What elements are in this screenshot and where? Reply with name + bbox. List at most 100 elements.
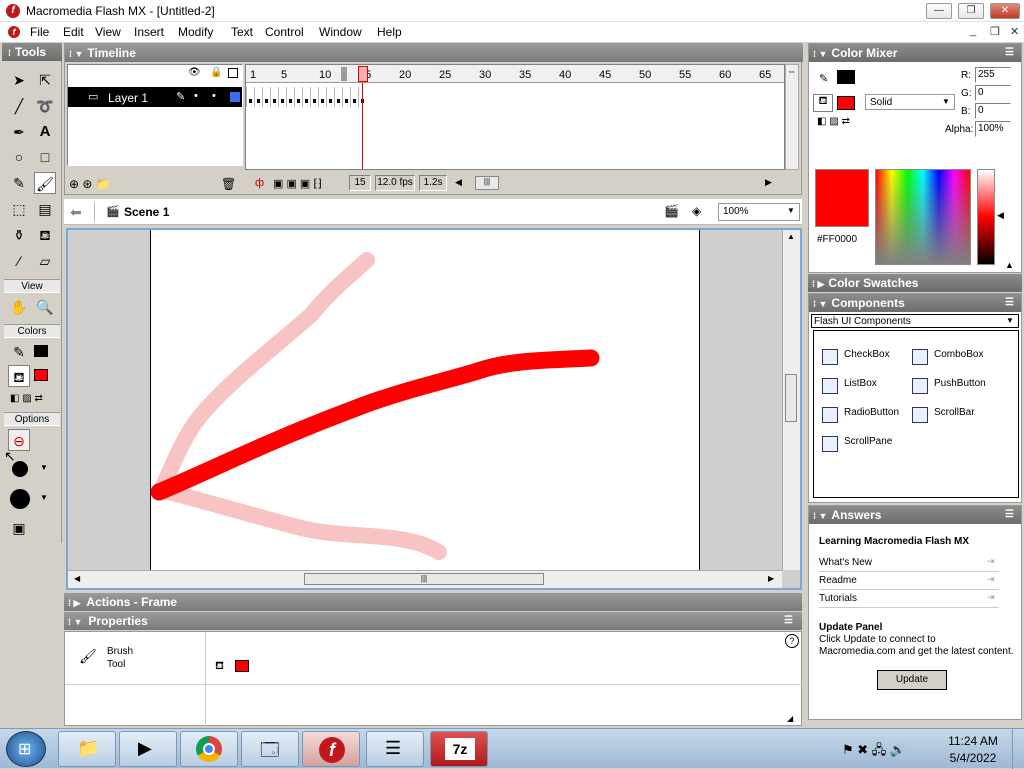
back-arrow-icon[interactable]: ⬅: [70, 204, 82, 221]
menu-view[interactable]: View: [95, 25, 121, 39]
help-icon[interactable]: ?: [785, 634, 799, 648]
layer-lock-dot[interactable]: •: [212, 90, 216, 102]
fill-transform-tool-icon[interactable]: ▤: [34, 198, 56, 220]
properties-panel-header[interactable]: ⁞ ▼ Properties ☰: [64, 612, 802, 630]
ink-bottle-tool-icon[interactable]: ⚱: [8, 224, 30, 246]
maximize-button[interactable]: ❐: [958, 3, 984, 19]
hand-tool-icon[interactable]: ✋: [8, 296, 30, 318]
mixer-stroke-swatch[interactable]: [837, 70, 855, 84]
answers-link-tutorials[interactable]: Tutorials ⇥: [819, 592, 999, 608]
edit-scene-icon[interactable]: 🎬: [664, 204, 679, 218]
menu-modify[interactable]: Modify: [178, 25, 213, 39]
clock-time[interactable]: 11:24 AM: [946, 734, 1000, 748]
fill-type-dropdown[interactable]: Solid ▼: [865, 94, 955, 110]
answers-header[interactable]: ⁞ ▼ Answers ☰: [809, 506, 1021, 524]
component-combobox[interactable]: ComboBox: [912, 349, 983, 368]
subselect-tool-icon[interactable]: ⇱: [34, 69, 56, 91]
arrow-tool-icon[interactable]: ➤: [8, 69, 30, 91]
brush-tool-icon[interactable]: 🖌: [34, 172, 56, 194]
outline-icon[interactable]: [228, 68, 238, 78]
center-frame-icon[interactable]: ф: [255, 177, 264, 189]
menu-help[interactable]: Help: [377, 25, 402, 39]
answers-link-whats-new[interactable]: What's New ⇥: [819, 556, 999, 572]
collapse-picker-icon[interactable]: ▲: [1005, 260, 1014, 270]
component-listbox[interactable]: ListBox: [822, 378, 877, 397]
close-button[interactable]: ✕: [990, 3, 1020, 19]
line-tool-icon[interactable]: ╱: [8, 95, 30, 117]
eraser-tool-icon[interactable]: ▱: [34, 250, 56, 272]
alpha-input[interactable]: 100%: [975, 121, 1011, 137]
playhead[interactable]: [358, 66, 368, 82]
lock-icon[interactable]: 🔒: [210, 67, 222, 78]
g-input[interactable]: 0: [975, 85, 1011, 101]
mixer-fill-swatch[interactable]: [837, 96, 855, 110]
color-mixer-header[interactable]: ⁞ ▼ Color Mixer ☰: [809, 44, 1021, 62]
brush-shape-icon[interactable]: [10, 489, 30, 509]
free-transform-tool-icon[interactable]: ⬚: [8, 198, 30, 220]
component-radiobutton[interactable]: RadioButton: [822, 407, 899, 426]
components-header[interactable]: ⁞ ▼ Components ☰: [809, 294, 1021, 312]
doc-close-button[interactable]: ✕: [1010, 25, 1019, 38]
component-pushbutton[interactable]: PushButton: [912, 378, 986, 397]
clock-date[interactable]: 5/4/2022: [946, 751, 1000, 765]
layer-outline-color[interactable]: [230, 92, 240, 102]
delete-layer-icon[interactable]: 🗑: [221, 177, 236, 191]
taskbar-7zip[interactable]: 7z: [430, 731, 488, 767]
update-button[interactable]: Update: [877, 670, 947, 690]
brush-size-dropdown-icon[interactable]: ▼: [40, 463, 48, 472]
timeline-header[interactable]: ⁞ ▼ Timeline: [65, 44, 803, 62]
menu-insert[interactable]: Insert: [134, 25, 164, 39]
pressure-icon[interactable]: ▣: [8, 517, 30, 539]
properties-fill-swatch[interactable]: [235, 660, 249, 672]
frames-area[interactable]: 1 5 10 15 20 25 30 35 40 45 50 55 60 65: [245, 64, 785, 170]
lasso-tool-icon[interactable]: ➰: [34, 95, 56, 117]
edit-symbols-icon[interactable]: ◈: [692, 204, 701, 218]
oval-tool-icon[interactable]: ○: [8, 146, 30, 168]
paint-bucket-tool-icon[interactable]: ⛾: [34, 224, 56, 246]
menu-text[interactable]: Text: [231, 25, 253, 39]
b-input[interactable]: 0: [975, 103, 1011, 119]
eye-icon[interactable]: 👁: [188, 67, 201, 78]
tray-icons[interactable]: ⚑ ✖ 🖧 🔊: [842, 741, 906, 763]
onion-skin-icons[interactable]: ▣ ▣ ▣ ⁅⁆: [273, 177, 322, 190]
zoom-tool-icon[interactable]: 🔍: [34, 296, 56, 318]
pen-tool-icon[interactable]: ✒: [8, 121, 30, 143]
menu-edit[interactable]: Edit: [63, 25, 84, 39]
minimize-button[interactable]: —: [926, 3, 952, 19]
brightness-slider[interactable]: [977, 169, 995, 265]
menu-window[interactable]: Window: [319, 25, 362, 39]
text-tool-icon[interactable]: A: [34, 121, 56, 143]
rectangle-tool-icon[interactable]: □: [34, 146, 56, 168]
component-checkbox[interactable]: CheckBox: [822, 349, 890, 368]
tools-header[interactable]: ⁞ Tools: [2, 43, 62, 61]
stage-canvas[interactable]: [150, 230, 700, 570]
show-desktop-button[interactable]: [1012, 729, 1024, 769]
brush-shape-dropdown-icon[interactable]: ▼: [40, 493, 48, 502]
taskbar-flash[interactable]: f: [302, 731, 360, 767]
keyframe-row[interactable]: [246, 87, 366, 107]
stage-hscroll[interactable]: ◀ ||| ▶: [68, 570, 782, 588]
timeline-menu-icon[interactable]: ⇔: [787, 66, 796, 76]
r-input[interactable]: 255: [975, 67, 1011, 83]
layer-visible-dot[interactable]: •: [194, 90, 198, 102]
taskbar-chrome[interactable]: [180, 731, 238, 767]
hex-value[interactable]: #FF0000: [817, 234, 857, 245]
pencil-tool-icon[interactable]: ✎: [8, 172, 30, 194]
menu-control[interactable]: Control: [265, 25, 304, 39]
taskbar-app[interactable]: 🗔: [241, 731, 299, 767]
answers-link-readme[interactable]: Readme ⇥: [819, 574, 999, 590]
zoom-dropdown[interactable]: 100% ▼: [718, 203, 800, 221]
collapse-icon[interactable]: ◢: [787, 714, 793, 723]
taskbar-list-app[interactable]: ☰: [366, 731, 424, 767]
swap-colors-icon[interactable]: ◧ ▨ ⇄: [817, 116, 850, 127]
doc-minimize-button[interactable]: _: [970, 25, 976, 37]
component-scrollpane[interactable]: ScrollPane: [822, 436, 892, 455]
doc-restore-button[interactable]: ❐: [990, 25, 1000, 38]
fps-field[interactable]: 12.0 fps: [375, 175, 415, 191]
fill-color-swatch[interactable]: [34, 369, 48, 381]
taskbar-explorer[interactable]: 📁: [58, 731, 116, 767]
timeline-vscroll[interactable]: [785, 64, 799, 170]
actions-panel-header[interactable]: ⁞ ▶ Actions - Frame: [64, 593, 802, 611]
stroke-color-swatch[interactable]: [34, 345, 48, 357]
components-set-dropdown[interactable]: Flash UI Components ▼: [811, 314, 1019, 328]
